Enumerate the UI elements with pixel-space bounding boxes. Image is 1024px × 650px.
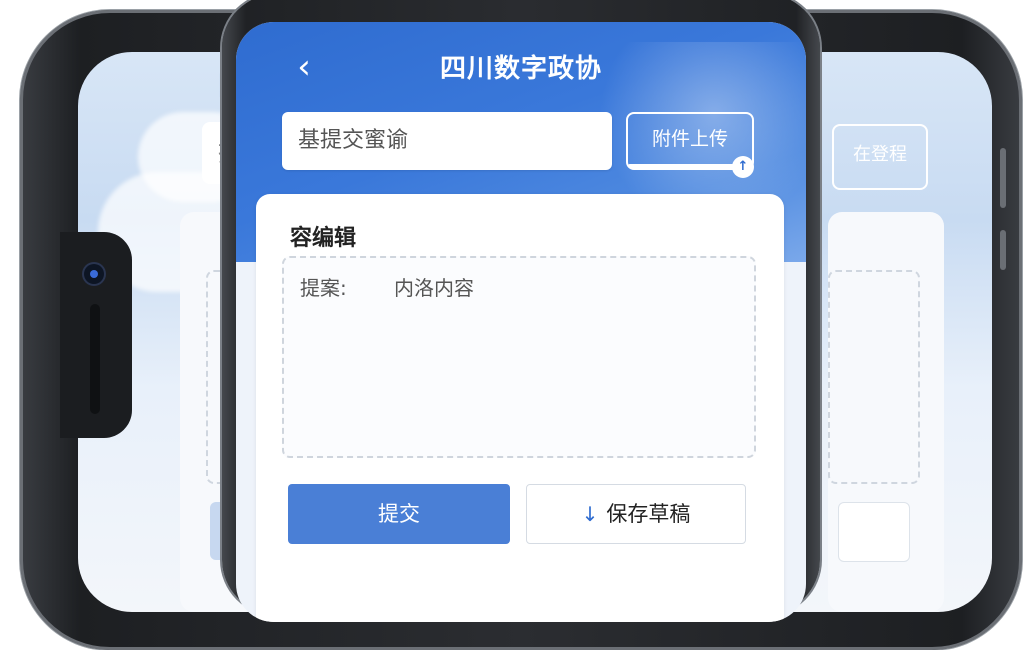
back-button[interactable]: ‹: [284, 48, 324, 88]
editor-card: 容编辑 提案: 内洛内容 提交 ↓ 保存草稿: [256, 194, 784, 622]
side-button: [1000, 148, 1006, 208]
phone-screen: ‹ 四川数字政协 基提交蜜谕 附件上传 ↑ 容编辑 提案: 内洛内容 提交 ↓ 保…: [236, 22, 806, 622]
background-draft-button: [838, 502, 910, 562]
save-draft-label: 保存草稿: [606, 502, 691, 526]
speaker-grille: [90, 304, 100, 414]
save-draft-button[interactable]: ↓ 保存草稿: [526, 484, 746, 544]
background-upload-button: 在登程: [832, 124, 928, 190]
background-editor-right: [828, 270, 920, 484]
upload-icon: ↑: [732, 156, 754, 178]
camera-icon: [84, 264, 104, 284]
chevron-left-icon: ‹: [297, 47, 311, 87]
upload-progress-bar: [628, 164, 740, 168]
submit-button[interactable]: 提交: [288, 484, 510, 544]
side-button: [1000, 230, 1006, 270]
editor-prefix-label: 提案:: [300, 276, 347, 300]
proposal-title-input[interactable]: 基提交蜜谕: [282, 112, 612, 170]
content-editor[interactable]: 提案: 内洛内容: [282, 256, 756, 458]
phone-frame: ‹ 四川数字政协 基提交蜜谕 附件上传 ↑ 容编辑 提案: 内洛内容 提交 ↓ 保…: [222, 0, 820, 622]
camera-notch: [60, 232, 132, 438]
download-arrow-icon: ↓: [581, 502, 599, 526]
page-title: 四川数字政协: [439, 54, 602, 84]
editor-content-text: 内洛内容: [394, 276, 474, 300]
section-label: 容编辑: [290, 226, 357, 251]
